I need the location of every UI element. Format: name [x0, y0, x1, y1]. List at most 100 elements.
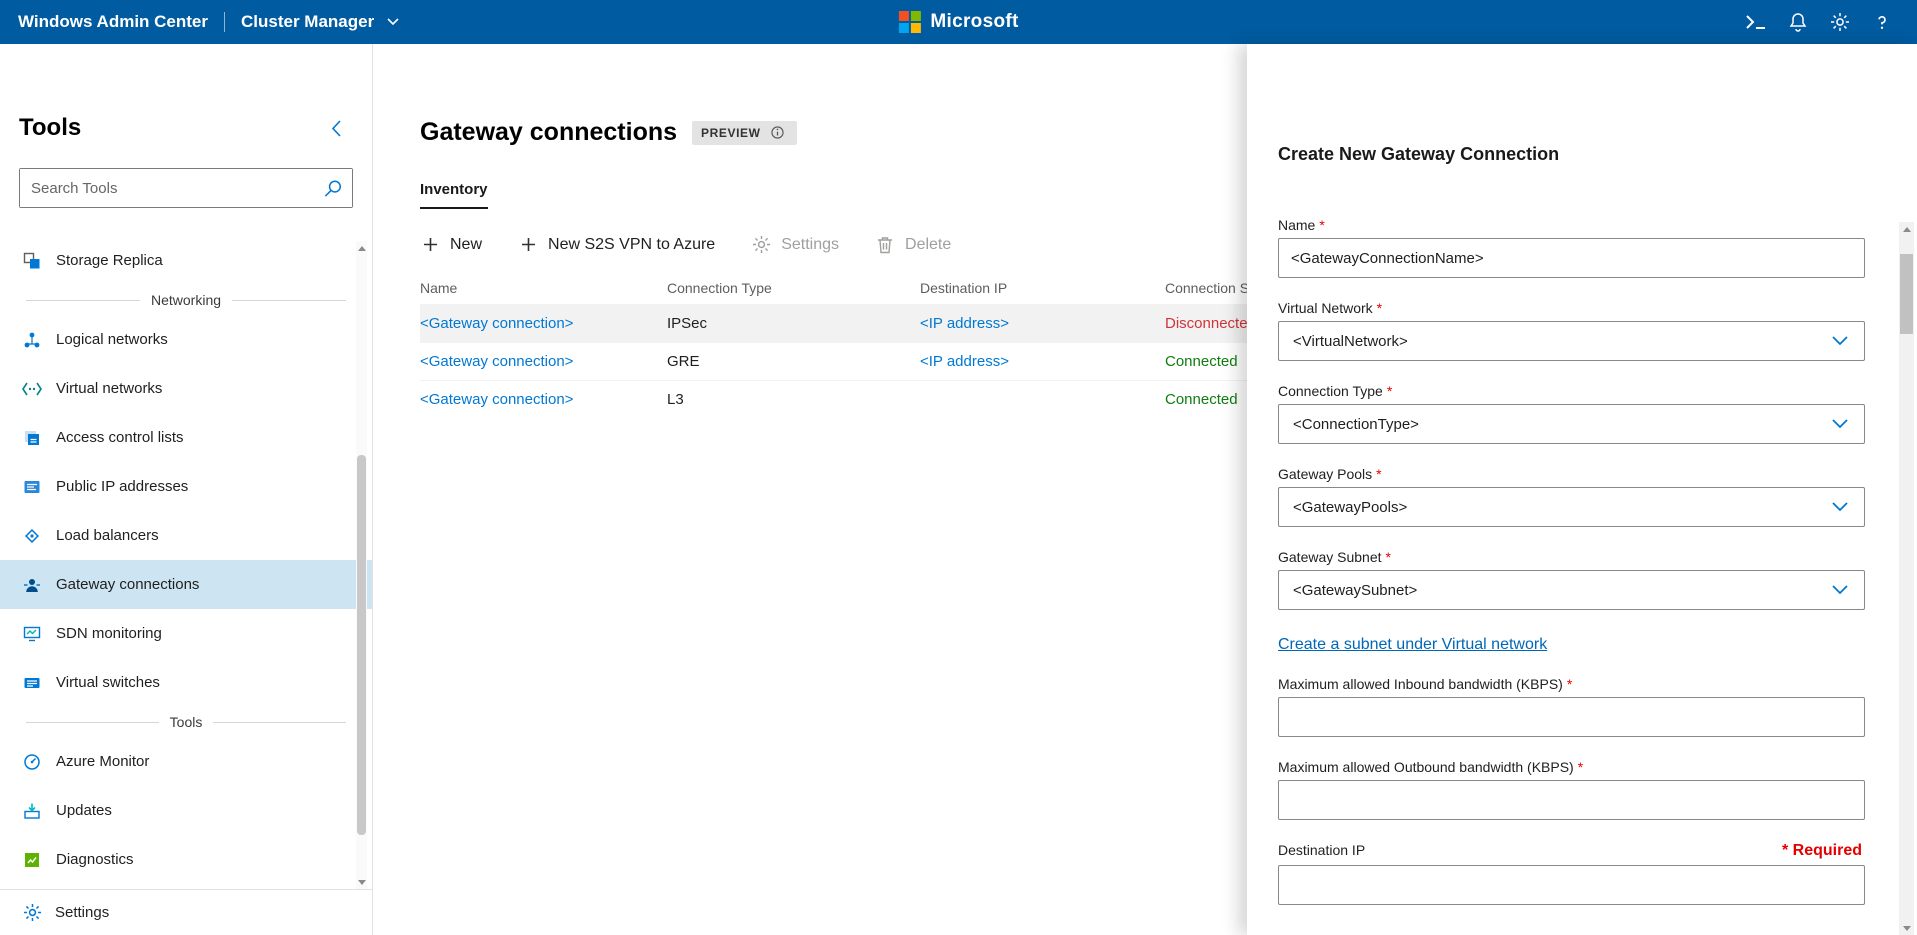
- scroll-up-arrow[interactable]: [356, 241, 367, 255]
- sidebar-item-label: SDN monitoring: [56, 625, 162, 642]
- maximum-allowed-inbound-bandwidth-kbps-input[interactable]: [1278, 697, 1865, 737]
- sidebar-item-load-balancers[interactable]: Load balancers: [0, 511, 372, 560]
- gateway-subnet-select[interactable]: <GatewaySubnet>: [1278, 570, 1865, 610]
- field-label: Connection Type*: [1278, 383, 1864, 399]
- name-input[interactable]: [1278, 238, 1865, 278]
- scrollbar-track[interactable]: [1899, 236, 1914, 921]
- scrollbar-thumb[interactable]: [1900, 254, 1913, 334]
- scrollbar-track[interactable]: [356, 255, 367, 875]
- settings-label: Settings: [55, 904, 109, 921]
- sidebar-item-azure-monitor[interactable]: Azure Monitor: [0, 737, 372, 786]
- form-field-maximum-allowed-outbound-bandwidth-kbps: Maximum allowed Outbound bandwidth (KBPS…: [1278, 759, 1864, 820]
- sidebar-item-sdn-monitoring[interactable]: SDN monitoring: [0, 609, 372, 658]
- search-tools-input[interactable]: [20, 169, 352, 207]
- sidebar-item-diagnostics[interactable]: Diagnostics: [0, 835, 372, 884]
- sidebar-item-label: Gateway connections: [56, 576, 199, 593]
- field-label: Gateway Pools*: [1278, 466, 1864, 482]
- field-label: Maximum allowed Outbound bandwidth (KBPS…: [1278, 759, 1864, 775]
- required-asterisk: *: [1319, 217, 1324, 233]
- microsoft-brand: Microsoft: [898, 0, 1018, 44]
- sidebar-item-label: Storage Replica: [56, 252, 163, 269]
- sidebar-item-label: Updates: [56, 802, 112, 819]
- tab-inventory[interactable]: Inventory: [420, 181, 488, 209]
- search-icon: [323, 178, 343, 199]
- virtual-network-select[interactable]: <VirtualNetwork>: [1278, 321, 1865, 361]
- delete-button[interactable]: Delete: [875, 236, 951, 254]
- diagnostics-icon: [22, 851, 42, 869]
- scrollbar-thumb[interactable]: [357, 455, 366, 835]
- maximum-allowed-outbound-bandwidth-kbps-input[interactable]: [1278, 780, 1865, 820]
- create-subnet-link[interactable]: Create a subnet under Virtual network: [1278, 636, 1547, 654]
- collapse-sidebar-button[interactable]: [326, 120, 346, 137]
- powershell-icon[interactable]: [1735, 0, 1777, 44]
- azure-monitor-icon: [22, 753, 42, 771]
- scroll-down-arrow[interactable]: [356, 875, 367, 889]
- sidebar-settings[interactable]: Settings: [0, 889, 372, 935]
- column-header-connection-type: Connection Type: [667, 280, 920, 296]
- virtual-networks-icon: [22, 382, 42, 396]
- sidebar-group-tools: Tools: [0, 707, 372, 737]
- form-field-gateway-pools: Gateway Pools* <GatewayPools>: [1278, 466, 1864, 527]
- sidebar-item-gateway-connections[interactable]: Gateway connections: [0, 560, 372, 609]
- sidebar-item-updates[interactable]: Updates: [0, 786, 372, 835]
- form-field-virtual-network: Virtual Network*<VirtualNetwork>: [1278, 300, 1864, 361]
- sidebar-item-public-ip-addresses[interactable]: Public IP addresses: [0, 462, 372, 511]
- gear-icon: [751, 235, 771, 254]
- scroll-down-arrow[interactable]: [1899, 921, 1914, 935]
- sidebar-item-label: Virtual switches: [56, 674, 160, 691]
- plus-icon: [518, 237, 538, 252]
- notifications-bell-icon[interactable]: [1777, 0, 1819, 44]
- gateway-connection-link[interactable]: <Gateway connection>: [420, 391, 667, 408]
- info-icon[interactable]: [768, 126, 788, 139]
- sidebar-item-virtual-networks[interactable]: Virtual networks: [0, 364, 372, 413]
- panel-title: Create New Gateway Connection: [1278, 144, 1864, 165]
- settings-gear-icon[interactable]: [1819, 0, 1861, 44]
- field-label: Gateway Subnet*: [1278, 549, 1864, 565]
- panel-scrollbar[interactable]: [1899, 222, 1914, 935]
- connection-type-cell: L3: [667, 391, 920, 408]
- sidebar-item-virtual-switches[interactable]: Virtual switches: [0, 658, 372, 707]
- gateway-connection-link[interactable]: <Gateway connection>: [420, 353, 667, 370]
- solution-dropdown[interactable]: Cluster Manager: [241, 12, 403, 32]
- sidebar-item-storage-replica[interactable]: Storage Replica: [0, 236, 372, 285]
- top-bar: Windows Admin Center Cluster Manager Mic…: [0, 0, 1917, 44]
- chevron-down-icon: [1830, 502, 1850, 512]
- load-balancers-icon: [22, 527, 42, 545]
- connection-type-cell: IPSec: [667, 315, 920, 332]
- form-field-name: Name*: [1278, 217, 1864, 278]
- new-s2s-vpn-to-azure-button[interactable]: New S2S VPN to Azure: [518, 236, 715, 254]
- create-gateway-panel: Create New Gateway Connection Name* Virtu…: [1247, 44, 1917, 935]
- storage-replica-icon: [22, 252, 42, 270]
- virtual-switches-icon: [22, 674, 42, 692]
- logical-networks-icon: [22, 331, 42, 349]
- destination-ip-link[interactable]: <IP address>: [920, 353, 1165, 370]
- tools-list: Storage ReplicaNetworkingLogical network…: [0, 236, 372, 884]
- required-asterisk: *: [1376, 466, 1381, 482]
- gear-icon: [22, 903, 42, 922]
- button-label: Settings: [781, 236, 839, 254]
- required-note: * Required: [1782, 842, 1864, 860]
- sidebar-item-access-control-lists[interactable]: Access control lists: [0, 413, 372, 462]
- gateway-connection-link[interactable]: <Gateway connection>: [420, 315, 667, 332]
- settings-button[interactable]: Settings: [751, 235, 839, 254]
- app-title[interactable]: Windows Admin Center: [18, 12, 208, 32]
- destination-ip-input[interactable]: [1278, 865, 1865, 905]
- sdn-monitoring-icon: [22, 625, 42, 643]
- button-label: Delete: [905, 236, 951, 254]
- scroll-up-arrow[interactable]: [1899, 222, 1914, 236]
- connection-type-select[interactable]: <ConnectionType>: [1278, 404, 1865, 444]
- column-header-name: Name: [420, 280, 667, 296]
- gateway-pools-select[interactable]: <GatewayPools>: [1278, 487, 1865, 527]
- tools-sidebar: Tools Storage ReplicaNetworkingLogical n…: [0, 44, 373, 935]
- sidebar-scrollbar[interactable]: [356, 241, 367, 889]
- new-button[interactable]: New: [420, 236, 482, 254]
- destination-ip-link[interactable]: <IP address>: [920, 315, 1165, 332]
- sidebar-item-logical-networks[interactable]: Logical networks: [0, 315, 372, 364]
- chevron-down-icon: [1830, 336, 1850, 346]
- solution-title: Cluster Manager: [241, 12, 374, 32]
- microsoft-wordmark: Microsoft: [930, 11, 1018, 33]
- required-asterisk: *: [1567, 676, 1572, 692]
- plus-icon: [420, 237, 440, 252]
- help-icon[interactable]: [1861, 0, 1903, 44]
- header-divider: [224, 12, 225, 32]
